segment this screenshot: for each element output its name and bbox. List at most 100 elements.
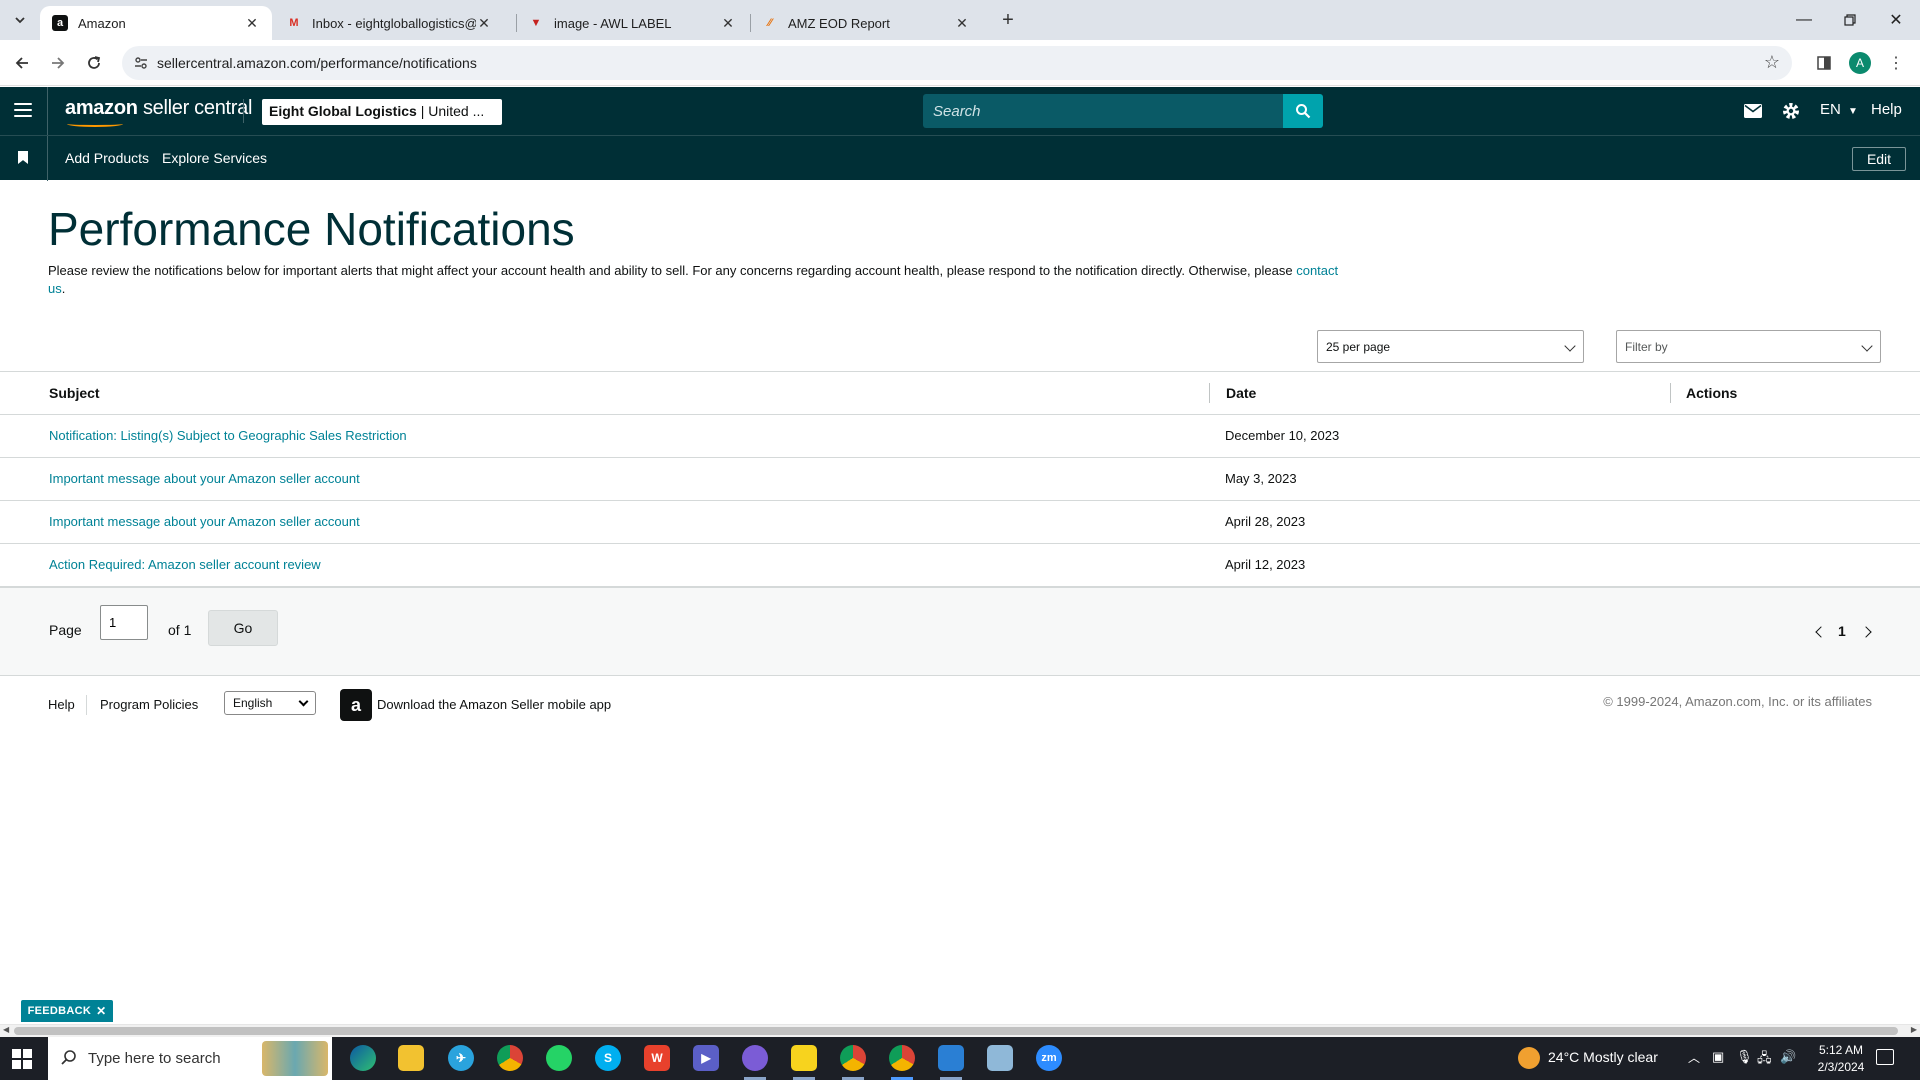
taskbar-clock[interactable]: 5:12 AM 2/3/2024 [1812, 1042, 1870, 1076]
tab-close-icon[interactable]: ✕ [954, 15, 970, 31]
weather-text[interactable]: 24°C Mostly clear [1548, 1049, 1658, 1065]
hamburger-menu-icon[interactable] [14, 101, 32, 119]
minimize-icon[interactable]: — [1784, 6, 1824, 34]
video-player-icon[interactable]: ▶ [693, 1045, 719, 1071]
clock-date: 2/3/2024 [1817, 1060, 1865, 1074]
feedback-label: FEEDBACK [27, 1005, 92, 1017]
footer-help-link[interactable]: Help [48, 697, 75, 712]
notepad-icon[interactable] [987, 1045, 1013, 1071]
tab-title: Inbox - eightgloballogistics@gm [312, 15, 476, 31]
scroll-left-icon[interactable]: ◀ [3, 1025, 9, 1034]
next-page-chevron-icon[interactable] [1860, 626, 1872, 638]
tab-close-icon[interactable]: ✕ [476, 15, 492, 31]
footer-program-policies-link[interactable]: Program Policies [100, 697, 198, 712]
tab-amz-eod-report[interactable]: ⁄⁄ AMZ EOD Report ✕ [750, 6, 982, 40]
tab-amazon[interactable]: a Amazon ✕ [40, 6, 272, 40]
copyright-text: © 1999-2024, Amazon.com, Inc. or its aff… [1603, 694, 1872, 709]
wps-office-icon[interactable]: W [644, 1045, 670, 1071]
page-number-input[interactable] [100, 605, 148, 640]
site-info-icon[interactable] [132, 54, 150, 72]
close-window-icon[interactable]: ✕ [1876, 6, 1916, 34]
notification-center-icon[interactable] [1876, 1049, 1894, 1065]
report-favicon-icon: ⁄⁄ [768, 17, 772, 29]
tab-awl-label[interactable]: ▼ image - AWL LABEL ✕ [516, 6, 748, 40]
notification-subject-link[interactable]: Action Required: Amazon seller account r… [49, 557, 321, 572]
side-panel-icon[interactable] [1810, 49, 1838, 77]
subnav-explore-services[interactable]: Explore Services [162, 150, 267, 166]
meet-now-icon[interactable]: ▣ [1712, 1049, 1724, 1065]
tab-close-icon[interactable]: ✕ [720, 15, 736, 31]
tab-search-chevron-icon[interactable] [8, 8, 32, 32]
profile-initial: A [1849, 52, 1871, 74]
chrome-active-icon[interactable] [889, 1045, 915, 1071]
subnav-add-products[interactable]: Add Products [65, 150, 149, 166]
tab-close-icon[interactable]: ✕ [244, 15, 260, 31]
telegram-icon[interactable]: ✈ [448, 1045, 474, 1071]
address-bar[interactable]: sellercentral.amazon.com/performance/not… [122, 46, 1792, 80]
scrollbar-thumb[interactable] [14, 1027, 1898, 1035]
weather-moon-icon[interactable] [1518, 1047, 1540, 1069]
forward-arrow-icon[interactable] [44, 49, 72, 77]
taskbar-search[interactable]: Type here to search [48, 1037, 332, 1080]
whatsapp-icon[interactable] [546, 1045, 572, 1071]
intro-body: Please review the notifications below fo… [48, 263, 1293, 278]
close-icon[interactable]: ✕ [96, 1004, 106, 1018]
footer-language-select[interactable]: English [224, 691, 316, 715]
profile-avatar[interactable]: A [1846, 49, 1874, 77]
photos-icon[interactable] [938, 1045, 964, 1071]
settings-gear-icon[interactable] [1780, 100, 1802, 122]
column-subject[interactable]: Subject [49, 385, 100, 401]
search-button[interactable] [1283, 94, 1323, 128]
notification-subject-link[interactable]: Important message about your Amazon sell… [49, 514, 360, 529]
notification-subject-link[interactable]: Important message about your Amazon sell… [49, 471, 360, 486]
skype-icon[interactable]: S [595, 1045, 621, 1071]
restore-icon[interactable] [1830, 6, 1870, 34]
download-app-link[interactable]: Download the Amazon Seller mobile app [377, 697, 611, 712]
back-arrow-icon[interactable] [8, 49, 36, 77]
edge-browser-icon[interactable] [350, 1045, 376, 1071]
go-button[interactable]: Go [208, 610, 278, 646]
column-date[interactable]: Date [1226, 385, 1256, 401]
browser-toolbar: sellercentral.amazon.com/performance/not… [0, 40, 1920, 86]
file-explorer-icon[interactable] [398, 1045, 424, 1071]
microphone-icon[interactable]: 🎙 [1736, 1049, 1753, 1065]
help-link[interactable]: Help [1871, 101, 1902, 118]
language-selector[interactable]: EN ▼ [1820, 101, 1858, 118]
notification-subject-link[interactable]: Notification: Listing(s) Subject to Geog… [49, 428, 407, 443]
windows-start-icon[interactable] [12, 1049, 32, 1069]
horizontal-scrollbar[interactable]: ◀ ▶ [0, 1024, 1920, 1037]
seller-central-logo[interactable]: amazon seller central [65, 97, 252, 127]
new-tab-plus-icon[interactable]: + [996, 8, 1020, 32]
current-page-number[interactable]: 1 [1838, 623, 1846, 639]
chrome-icon[interactable] [497, 1045, 523, 1071]
sticky-notes-icon[interactable] [791, 1045, 817, 1071]
amazon-smile-icon [67, 121, 123, 127]
amazon-app-icon[interactable]: a [340, 689, 372, 721]
caret-down-icon: ▼ [1848, 106, 1858, 117]
search-input[interactable] [923, 94, 1283, 128]
tray-chevron-up-icon[interactable]: ︿ [1688, 1049, 1700, 1066]
filter-by-select[interactable]: Filter by [1616, 330, 1881, 363]
mail-icon[interactable] [1742, 100, 1764, 122]
tab-gmail[interactable]: M Inbox - eightgloballogistics@gm ✕ [274, 6, 504, 40]
page-label: Page [49, 622, 82, 638]
bookmark-star-icon[interactable]: ☆ [1764, 52, 1780, 73]
edit-button[interactable]: Edit [1852, 147, 1906, 171]
previous-page-chevron-icon[interactable] [1815, 626, 1827, 638]
per-page-select[interactable]: 25 per page [1317, 330, 1584, 363]
chrome-profile-icon[interactable] [840, 1045, 866, 1071]
volume-icon[interactable]: 🔊 [1780, 1049, 1796, 1065]
network-icon[interactable]: 🖧 [1757, 1049, 1772, 1071]
reload-icon[interactable] [80, 49, 108, 77]
zoom-icon[interactable]: zm [1036, 1045, 1062, 1071]
feedback-button[interactable]: FEEDBACK ✕ [21, 1000, 113, 1022]
account-switcher[interactable]: Eight Global Logistics | United ... [262, 99, 502, 125]
per-page-value: 25 per page [1326, 340, 1391, 354]
column-divider [1209, 383, 1210, 403]
bookmark-icon[interactable] [18, 151, 28, 164]
table-row: Important message about your Amazon sell… [0, 501, 1920, 544]
scroll-right-icon[interactable]: ▶ [1911, 1025, 1917, 1034]
messenger-icon[interactable] [742, 1045, 768, 1071]
browser-menu-icon[interactable]: ⋮ [1882, 49, 1910, 77]
tab-title: AMZ EOD Report [788, 15, 890, 31]
